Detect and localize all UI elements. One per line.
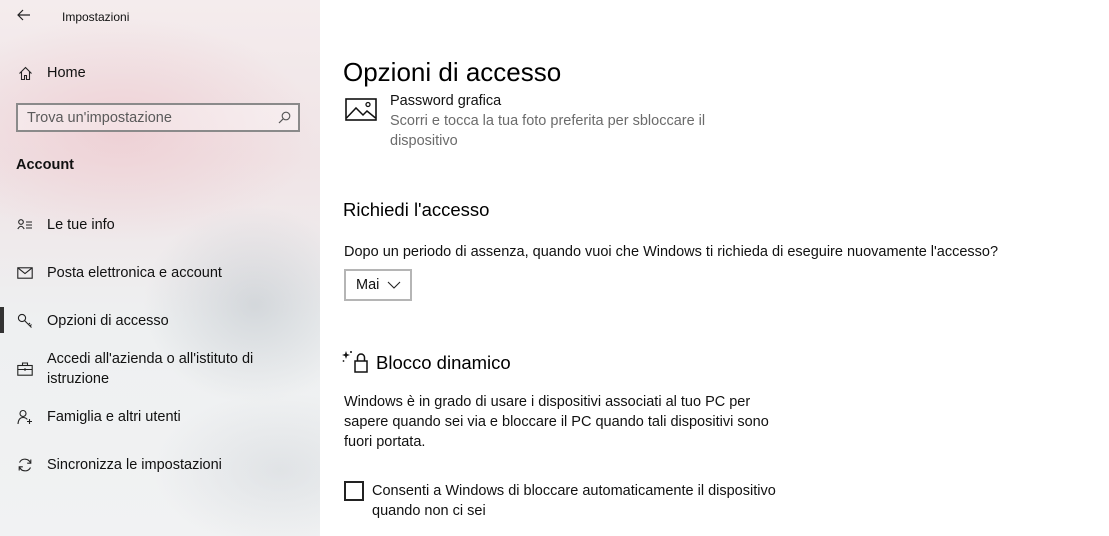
dynamic-lock-heading: Blocco dinamico xyxy=(376,352,511,373)
dynamic-lock-checkbox[interactable] xyxy=(344,481,364,501)
main-content: Opzioni di accesso Password grafica Scor… xyxy=(320,0,1109,536)
sidebar-item-family[interactable]: Famiglia e altri utenti xyxy=(0,406,320,428)
sidebar-item-label: Posta elettronica e account xyxy=(47,265,222,281)
nav-home-label: Home xyxy=(47,65,86,81)
home-icon xyxy=(17,65,33,81)
search-icon[interactable] xyxy=(276,110,292,126)
require-signin-heading: Richiedi l'accesso xyxy=(343,199,490,220)
picture-password-title[interactable]: Password grafica xyxy=(390,93,501,109)
dynamic-lock-description: Windows è in grado di usare i dispositiv… xyxy=(344,394,769,450)
back-arrow-icon xyxy=(17,8,31,26)
sidebar-item-label: Opzioni di accesso xyxy=(47,313,169,329)
search-box xyxy=(16,103,300,132)
picture-password-icon xyxy=(345,96,379,124)
sidebar-item-your-info[interactable]: Le tue info xyxy=(0,214,320,236)
page-title: Opzioni di accesso xyxy=(343,57,562,87)
sidebar-item-label: Accedi all'azienda o all'istituto di ist… xyxy=(47,351,254,387)
person-add-icon xyxy=(17,409,33,425)
dropdown-value: Mai xyxy=(356,277,380,293)
briefcase-icon xyxy=(17,361,33,377)
sidebar-item-label: Le tue info xyxy=(47,217,115,233)
key-icon xyxy=(17,313,33,329)
require-signin-question: Dopo un periodo di assenza, quando vuoi … xyxy=(344,244,999,260)
section-title: Account xyxy=(16,157,74,173)
dynamic-lock-icon xyxy=(342,349,370,375)
person-card-icon xyxy=(17,217,33,233)
sidebar-item-label: Famiglia e altri utenti xyxy=(47,409,181,425)
sidebar-item-label: Sincronizza le impostazioni xyxy=(47,457,222,473)
sidebar-item-sync[interactable]: Sincronizza le impostazioni xyxy=(0,454,320,476)
search-input[interactable] xyxy=(18,104,276,131)
mail-icon xyxy=(17,265,33,281)
sidebar-item-work-school[interactable]: Accedi all'azienda o all'istituto di ist… xyxy=(0,348,320,390)
sync-icon xyxy=(17,457,33,473)
settings-window: Impostazioni Home Account Le tue info xyxy=(0,0,1109,536)
chevron-down-icon xyxy=(387,281,401,289)
sidebar-item-sign-in-options[interactable]: Opzioni di accesso xyxy=(0,310,320,332)
sidebar: Impostazioni Home Account Le tue info xyxy=(0,0,320,536)
require-signin-dropdown[interactable]: Mai xyxy=(344,269,412,301)
picture-password-description: Scorri e tocca la tua foto preferita per… xyxy=(390,113,706,149)
app-title: Impostazioni xyxy=(62,10,130,24)
sidebar-item-email[interactable]: Posta elettronica e account xyxy=(0,262,320,284)
nav-home[interactable]: Home xyxy=(0,58,320,88)
title-bar: Impostazioni xyxy=(0,0,320,34)
back-button[interactable] xyxy=(10,4,38,30)
dynamic-lock-checkbox-label[interactable]: Consenti a Windows di bloccare automatic… xyxy=(372,481,812,521)
